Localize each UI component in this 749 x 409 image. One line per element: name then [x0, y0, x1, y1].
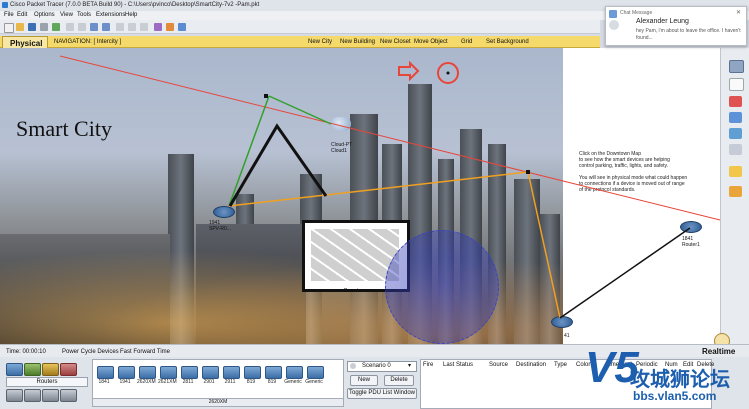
orange-link — [228, 171, 529, 207]
device-2620xm-icon[interactable] — [139, 366, 156, 379]
device-generic-icon[interactable] — [307, 366, 324, 379]
chat-preview: hey Pam, i'm about to leave the office. … — [636, 28, 741, 41]
switches-category-icon[interactable] — [24, 363, 41, 376]
toggle-pdu-list-button[interactable]: Toggle PDU List Window — [347, 388, 417, 399]
selected-device-label: 2620XM — [92, 398, 344, 407]
new-scenario-button[interactable]: New — [350, 375, 378, 386]
watermark-url: bbs.vlan5.com — [633, 389, 717, 403]
pdu-col-type: Type — [554, 362, 568, 368]
delete-scenario-button[interactable]: Delete — [384, 375, 414, 386]
wireless-category-icon[interactable] — [60, 363, 77, 376]
chat-sender: Alexander Leung — [636, 18, 689, 25]
misc-category-icon[interactable] — [60, 389, 77, 402]
resize-icon[interactable] — [729, 128, 742, 139]
fast-forward-button[interactable]: Fast Forward Time — [120, 349, 170, 355]
watermark-logo: V5 攻城狮论坛 bbs.vlan5.com — [585, 343, 749, 409]
watermark-title: 攻城狮论坛 — [630, 369, 730, 391]
waypoint — [526, 170, 530, 174]
device-label: 2620XM — [137, 379, 156, 385]
pdu-col-destination: Destination — [516, 362, 547, 368]
power-cycle-button[interactable]: Power Cycle Devices — [62, 349, 119, 355]
hubs-category-icon[interactable] — [42, 363, 59, 376]
scenario-value: Scenario 0 — [362, 363, 391, 369]
device-label: 1841 — [98, 379, 110, 385]
scenario-info-icon[interactable] — [350, 363, 356, 369]
routers-category-icon[interactable] — [6, 363, 23, 376]
device-label: 1941 — [119, 379, 131, 385]
inspect-icon[interactable] — [729, 112, 742, 123]
device-2811-icon[interactable] — [181, 366, 198, 379]
components-category-icon[interactable] — [24, 389, 41, 402]
connections-category-icon[interactable] — [42, 389, 59, 402]
device-819-icon[interactable] — [265, 366, 282, 379]
select-icon[interactable] — [729, 60, 744, 73]
device-label: Generic — [284, 379, 302, 385]
target-dot — [446, 71, 450, 75]
device-label: 2901 — [203, 379, 215, 385]
chevron-down-icon: ▾ — [408, 363, 412, 369]
zoom-callout — [228, 123, 328, 207]
device-2911-icon[interactable] — [223, 366, 240, 379]
note-icon[interactable] — [729, 78, 744, 91]
device-label: Generic — [305, 379, 323, 385]
right-tool-panel — [720, 48, 749, 344]
pdu-col-source: Source — [489, 362, 509, 368]
device-label: 2811 — [182, 379, 194, 385]
device-2621xm-icon[interactable] — [160, 366, 177, 379]
delete-icon[interactable] — [729, 96, 742, 107]
red-link — [59, 55, 721, 221]
add-complex-pdu-icon[interactable] — [729, 186, 742, 197]
device-1941-icon[interactable] — [118, 366, 135, 379]
device-label: 2911 — [224, 379, 236, 385]
avatar — [609, 20, 619, 30]
sim-time: Time: 00:00:10 — [6, 349, 46, 355]
red-arrow-icon — [398, 60, 420, 82]
device-1841-icon[interactable] — [97, 366, 114, 379]
chat-header: Chat Message — [620, 10, 653, 16]
draw-icon[interactable] — [729, 144, 742, 155]
orange-link — [527, 171, 561, 319]
waypoint — [264, 94, 268, 98]
scenario-select[interactable]: Scenario 0 ▾ — [347, 361, 417, 372]
category-label: Routers — [6, 377, 88, 387]
chat-notification[interactable]: Chat Message Alexander Leung hey Pam, i'… — [605, 6, 747, 46]
device-label: 2621XM — [158, 379, 177, 385]
chat-icon — [609, 10, 617, 18]
add-simple-pdu-icon[interactable] — [729, 166, 742, 177]
device-generic-icon[interactable] — [286, 366, 303, 379]
end-devices-category-icon[interactable] — [6, 389, 23, 402]
close-icon[interactable]: ✕ — [736, 9, 741, 16]
device-819-icon[interactable] — [244, 366, 261, 379]
pdu-col-last-status: Last Status — [443, 362, 474, 368]
device-list: 1841 1941 2620XM 2621XM 2811 2901 2911 8… — [92, 359, 344, 399]
black-link — [559, 227, 691, 319]
pdu-col-fire: Fire — [423, 362, 434, 368]
device-label: 819 — [267, 379, 277, 385]
device-2901-icon[interactable] — [202, 366, 219, 379]
device-label: 819 — [246, 379, 256, 385]
